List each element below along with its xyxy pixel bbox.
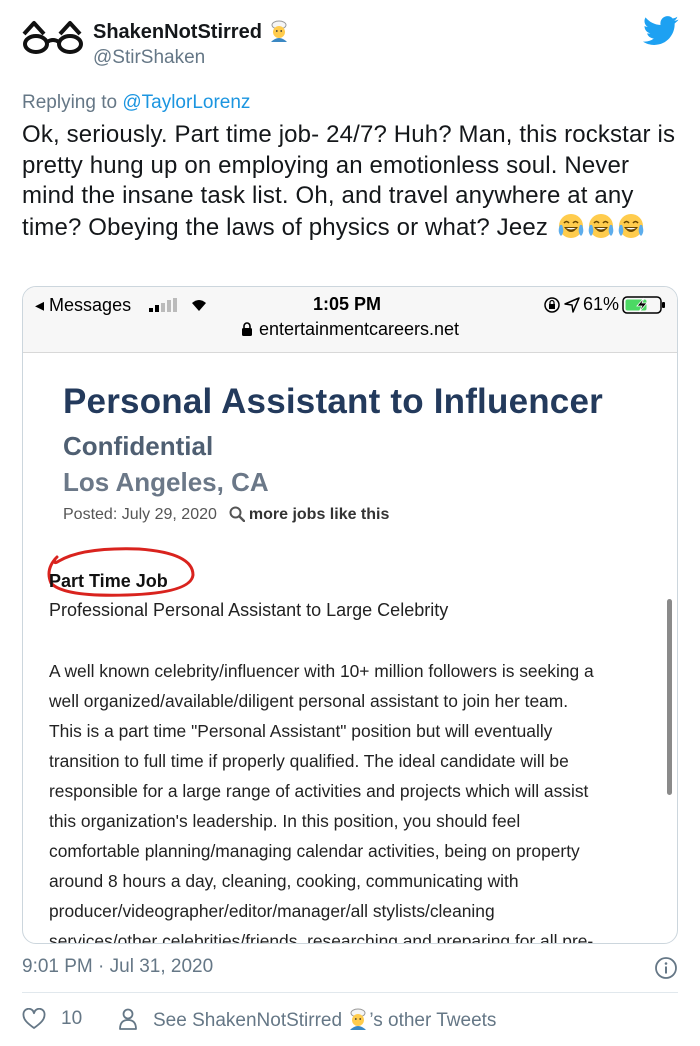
description-line: comfortable planning/managing calendar a… bbox=[49, 841, 580, 861]
posted-line: Posted: July 29, 2020 more jobs like thi… bbox=[63, 506, 389, 524]
search-icon bbox=[229, 506, 245, 522]
tweet-actions: 10 See ShakenNotStirred ’s other Tweets bbox=[22, 1008, 678, 1032]
rotation-lock-icon bbox=[544, 296, 560, 313]
description-line: producer/videographer/editor/manager/all… bbox=[49, 901, 495, 921]
tweet-timestamp[interactable]: 9:01 PM · Jul 31, 2020 bbox=[22, 956, 213, 978]
twitter-bird-icon[interactable] bbox=[643, 16, 679, 46]
user-name-text: ShakenNotStirred bbox=[93, 21, 262, 43]
url-text: entertainmentcareers.net bbox=[258, 319, 460, 339]
status-right-group: 61% bbox=[543, 294, 666, 315]
lock-icon bbox=[241, 322, 252, 336]
face-with-tears-of-joy-icon bbox=[558, 213, 584, 238]
user-name[interactable]: ShakenNotStirred bbox=[93, 20, 290, 44]
battery-charging-icon bbox=[622, 295, 666, 314]
user-handle[interactable]: @StirShaken bbox=[93, 47, 205, 69]
face-with-tears-of-joy-icon bbox=[618, 213, 644, 238]
tweet-card: ShakenNotStirred @StirShaken Replying to… bbox=[0, 0, 700, 1046]
see-others-prefix: See ShakenNotStirred bbox=[153, 1010, 343, 1031]
like-count: 10 bbox=[61, 1008, 83, 1029]
phone-status-bar: ◂ Messages 1:05 PM 61% entertainmentcare… bbox=[23, 287, 677, 353]
reply-prefix: Replying to bbox=[22, 92, 118, 113]
see-others-suffix: ’s other Tweets bbox=[369, 1010, 497, 1031]
more-jobs-link[interactable]: more jobs like this bbox=[249, 506, 389, 523]
job-location: Los Angeles, CA bbox=[63, 467, 269, 497]
see-other-tweets-link[interactable]: See ShakenNotStirred ’s other Tweets bbox=[153, 1008, 496, 1032]
laugh-emoji-group bbox=[555, 213, 645, 241]
job-description: A well known celebrity/influencer with 1… bbox=[49, 656, 653, 944]
job-title: Personal Assistant to Influencer bbox=[63, 382, 603, 421]
info-icon[interactable] bbox=[654, 956, 678, 980]
description-line: around 8 hours a day, cleaning, cooking,… bbox=[49, 871, 519, 891]
job-subtitle: Professional Personal Assistant to Large… bbox=[49, 600, 449, 620]
description-line: services/other celebrities/friends, rese… bbox=[49, 931, 594, 944]
description-line: this organization's leadership. In this … bbox=[49, 811, 521, 831]
back-to-messages[interactable]: ◂ Messages bbox=[35, 295, 131, 316]
phone-time: 1:05 PM bbox=[313, 294, 382, 314]
posted-date: Posted: July 29, 2020 bbox=[63, 506, 217, 523]
footer-divider bbox=[22, 992, 678, 993]
description-line: transition to full time if properly qual… bbox=[49, 751, 569, 771]
page-scrollbar[interactable] bbox=[667, 599, 672, 795]
description-line: A well known celebrity/influencer with 1… bbox=[49, 661, 594, 681]
cook-emoji-icon bbox=[350, 1008, 367, 1030]
avatar[interactable] bbox=[22, 20, 84, 54]
cell-signal-icon bbox=[149, 298, 177, 312]
job-listing-page: Personal Assistant to Influencer Confide… bbox=[23, 353, 677, 944]
face-with-tears-of-joy-icon bbox=[588, 213, 614, 238]
attached-screenshot[interactable]: ◂ Messages 1:05 PM 61% entertainmentcare… bbox=[22, 286, 678, 944]
description-line: well organized/available/diligent person… bbox=[49, 691, 569, 711]
url-bar[interactable]: entertainmentcareers.net bbox=[23, 319, 677, 340]
job-type: Part Time Job bbox=[49, 571, 168, 591]
description-line: responsible for a large range of activit… bbox=[49, 781, 589, 801]
location-arrow-icon bbox=[564, 296, 580, 313]
reply-to-link[interactable]: @TaylorLorenz bbox=[122, 92, 250, 113]
tweet-text: Ok, seriously. Part time job- 24/7? Huh?… bbox=[22, 120, 682, 243]
battery-percent: 61% bbox=[583, 294, 620, 314]
heart-icon[interactable] bbox=[22, 1008, 46, 1030]
reply-context: Replying to @TaylorLorenz bbox=[22, 92, 250, 114]
description-line: This is a part time "Personal Assistant"… bbox=[49, 721, 553, 741]
cook-emoji-icon bbox=[270, 20, 287, 42]
person-icon bbox=[119, 1008, 137, 1030]
company-name[interactable]: Confidential bbox=[63, 431, 213, 462]
wifi-icon bbox=[192, 300, 206, 311]
